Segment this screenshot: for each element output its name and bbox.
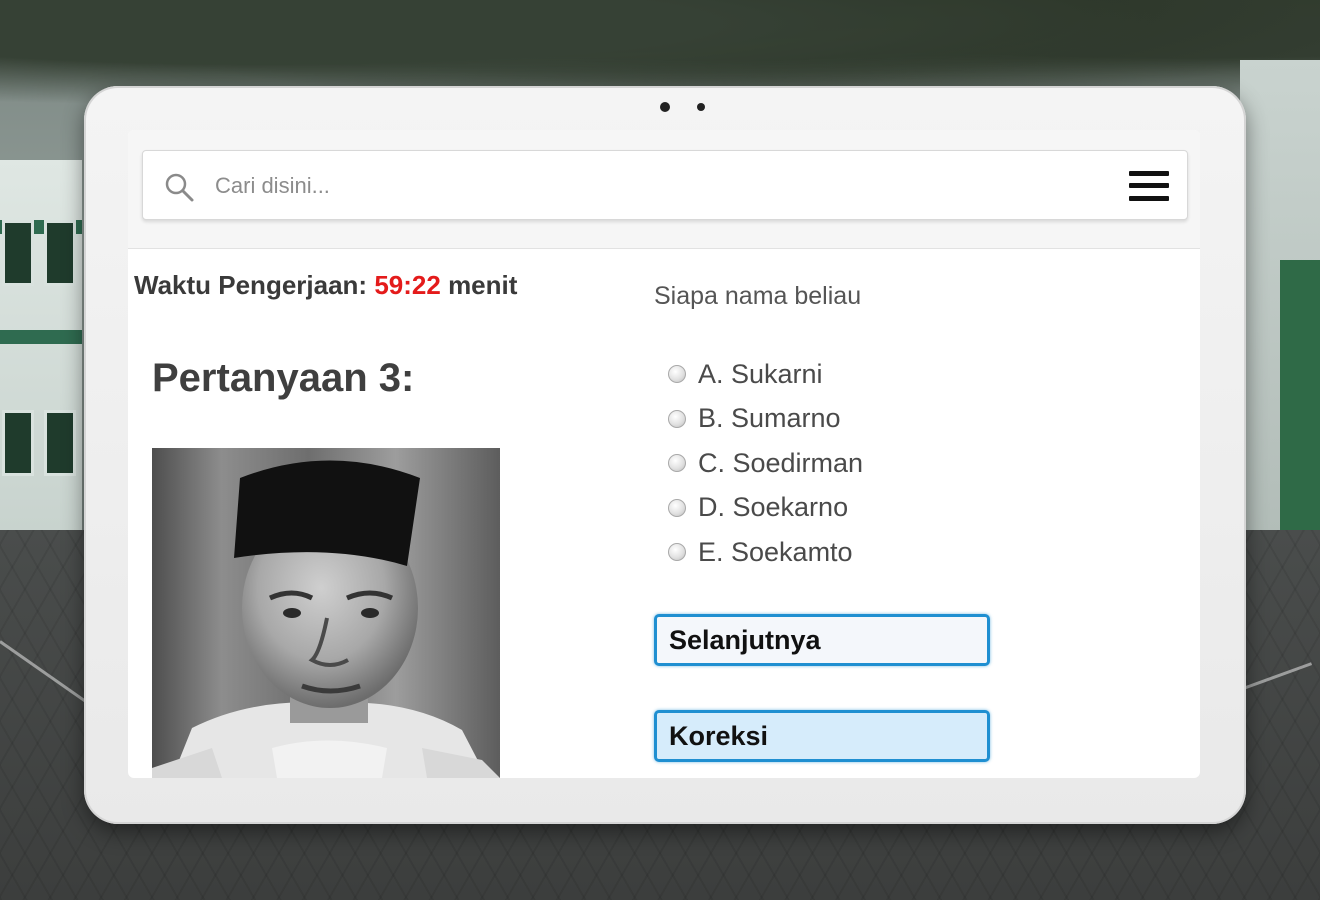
answer-option-d[interactable]: D. Soekarno <box>668 486 863 531</box>
radio-button[interactable] <box>668 409 686 428</box>
radio-button[interactable] <box>668 543 686 562</box>
timer-label: Waktu Pengerjaan: <box>134 270 368 300</box>
tablet-frame: Waktu Pengerjaan: 59:22 menit Pertanyaan… <box>84 86 1246 824</box>
option-label: B. Sumarno <box>698 403 841 434</box>
option-label: A. Sukarni <box>698 358 823 389</box>
school-building-left <box>0 160 82 530</box>
answer-options: A. Sukarni B. Sumarno C. Soedirman D. So… <box>668 352 863 575</box>
sensor-dot <box>697 103 705 111</box>
search-input[interactable] <box>213 169 1097 203</box>
radio-button[interactable] <box>668 498 686 517</box>
answer-option-b[interactable]: B. Sumarno <box>668 397 863 442</box>
option-label: C. Soedirman <box>698 447 864 478</box>
option-label: E. Soekamto <box>698 536 853 567</box>
top-bar <box>128 130 1200 249</box>
quiz-screen: Waktu Pengerjaan: 59:22 menit Pertanyaan… <box>128 130 1200 778</box>
timer-unit: menit <box>448 270 518 300</box>
next-button[interactable]: Selanjutnya <box>654 614 990 666</box>
answer-option-a[interactable]: A. Sukarni <box>668 352 863 397</box>
timer: Waktu Pengerjaan: 59:22 menit <box>134 270 517 301</box>
answer-option-e[interactable]: E. Soekamto <box>668 530 863 575</box>
question-title: Pertanyaan 3: <box>152 356 415 400</box>
option-label: D. Soekarno <box>698 492 849 523</box>
radio-button[interactable] <box>668 454 686 473</box>
radio-button[interactable] <box>668 365 686 384</box>
camera-dot <box>660 102 670 112</box>
search-bar <box>142 150 1188 220</box>
hamburger-menu-icon[interactable] <box>1129 169 1169 203</box>
correct-button[interactable]: Koreksi <box>654 710 990 762</box>
question-text: Siapa nama beliau <box>654 282 862 310</box>
search-icon[interactable] <box>163 171 195 203</box>
question-photo <box>152 448 500 778</box>
timer-value: 59:22 <box>374 270 441 300</box>
answer-option-c[interactable]: C. Soedirman <box>668 441 863 486</box>
